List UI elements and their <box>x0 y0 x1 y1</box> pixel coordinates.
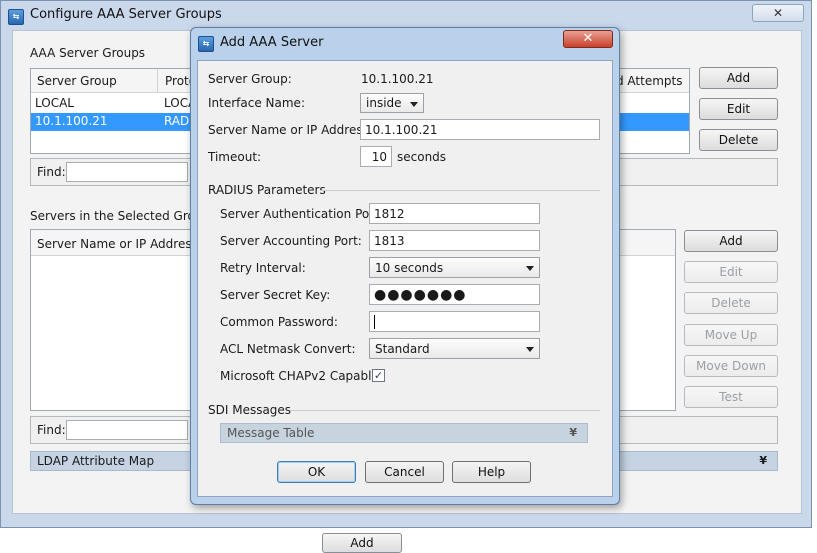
chapv2-label: Microsoft CHAPv2 Capable: <box>220 369 383 383</box>
text-caret <box>374 315 375 329</box>
timeout-unit: seconds <box>397 150 447 164</box>
acct-port-input[interactable]: 1813 <box>369 230 540 251</box>
interface-name-select[interactable]: inside <box>360 93 424 113</box>
secret-key-label: Server Secret Key: <box>220 288 331 302</box>
interface-name-label: Interface Name: <box>208 96 305 110</box>
dropdown-arrow-icon <box>410 102 418 107</box>
server-edit-button[interactable]: Edit <box>684 261 778 283</box>
servers-find-input[interactable] <box>66 420 188 440</box>
server-group-value: 10.1.100.21 <box>361 72 434 86</box>
server-test-button[interactable]: Test <box>684 386 778 408</box>
row-protocol: RAD <box>164 114 190 128</box>
servers-find-label: Find: <box>37 423 66 437</box>
auth-port-input[interactable]: 1812 <box>369 203 540 224</box>
dialog-app-icon: ⇆ <box>198 36 214 52</box>
sdi-section-divider <box>290 410 600 411</box>
group-delete-button[interactable]: Delete <box>699 129 778 151</box>
chapv2-checkbox[interactable]: ✓ <box>372 369 385 382</box>
message-table-bar[interactable]: Message Table ¥ <box>220 423 588 443</box>
double-chevron-down-icon: ¥ <box>759 454 767 467</box>
asdm-app-icon: ⇆ <box>8 9 24 25</box>
radius-section-label: RADIUS Parameters <box>208 183 326 197</box>
timeout-label: Timeout: <box>208 150 262 164</box>
acl-netmask-label: ACL Netmask Convert: <box>220 342 356 356</box>
groups-find-label: Find: <box>37 165 66 179</box>
group-add-button[interactable]: Add <box>699 67 778 89</box>
radius-section-divider <box>320 190 600 191</box>
acl-netmask-select[interactable]: Standard <box>369 338 540 359</box>
server-move-up-button[interactable]: Move Up <box>684 324 778 346</box>
server-group-label: Server Group: <box>208 72 292 86</box>
column-header-server-group[interactable]: Server Group <box>37 74 117 88</box>
group-edit-button[interactable]: Edit <box>699 98 778 120</box>
sdi-section-label: SDI Messages <box>208 403 292 417</box>
cancel-button[interactable]: Cancel <box>365 461 444 483</box>
server-move-down-button[interactable]: Move Down <box>684 355 778 377</box>
server-delete-button[interactable]: Delete <box>684 292 778 314</box>
groups-section-label: AAA Server Groups <box>30 46 146 60</box>
dropdown-arrow-icon <box>526 347 534 352</box>
column-divider <box>157 69 158 93</box>
server-add-button[interactable]: Add <box>684 230 778 252</box>
server-name-label: Server Name or IP Address: <box>208 123 373 137</box>
close-icon: ✕ <box>582 31 594 46</box>
bottom-add-button[interactable]: Add <box>322 533 402 553</box>
retry-interval-value: 10 seconds <box>375 261 444 275</box>
auth-port-label: Server Authentication Port: <box>220 207 383 221</box>
close-icon: ✕ <box>772 6 784 20</box>
column-header-server-name[interactable]: Server Name or IP Address <box>37 237 198 251</box>
double-chevron-down-icon: ¥ <box>569 426 577 439</box>
row-server-group: 10.1.100.21 <box>35 114 108 128</box>
ok-button[interactable]: OK <box>277 461 356 483</box>
dropdown-arrow-icon <box>526 266 534 271</box>
acct-port-label: Server Accounting Port: <box>220 234 362 248</box>
common-password-input[interactable] <box>369 311 540 332</box>
retry-interval-label: Retry Interval: <box>220 261 306 275</box>
server-name-input[interactable]: 10.1.100.21 <box>360 119 600 140</box>
message-table-label: Message Table <box>227 426 315 440</box>
main-window-title: Configure AAA Server Groups <box>30 7 222 22</box>
acl-netmask-value: Standard <box>375 342 430 356</box>
interface-name-value: inside <box>366 96 402 110</box>
dialog-close-button[interactable]: ✕ <box>563 30 613 48</box>
secret-key-input[interactable]: ●●●●●●● <box>369 284 540 305</box>
retry-interval-select[interactable]: 10 seconds <box>369 257 540 278</box>
servers-section-label: Servers in the Selected Group <box>30 209 211 223</box>
timeout-input[interactable]: 10 <box>360 146 392 167</box>
groups-find-input[interactable] <box>66 162 188 182</box>
checkmark-icon: ✓ <box>373 369 384 382</box>
dialog-title: Add AAA Server <box>220 35 324 50</box>
row-server-group: LOCAL <box>35 96 74 110</box>
common-password-label: Common Password: <box>220 315 338 329</box>
ldap-bar-label: LDAP Attribute Map <box>37 454 155 468</box>
help-button[interactable]: Help <box>452 461 531 483</box>
main-close-button[interactable]: ✕ <box>752 4 804 22</box>
column-header-attempts[interactable]: d Attempts <box>616 74 683 88</box>
